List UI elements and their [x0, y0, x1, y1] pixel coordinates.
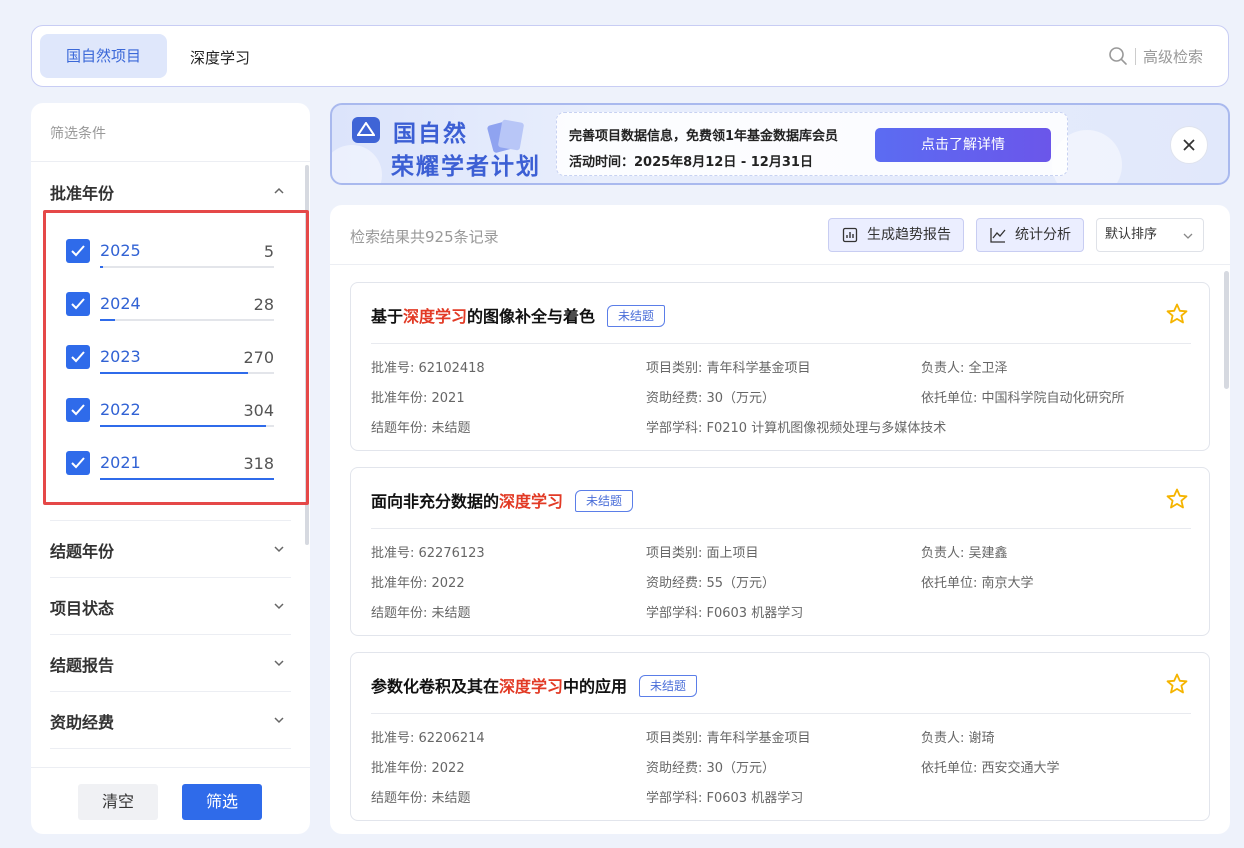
funding-amount: 资助经费: 55（万元）	[646, 576, 776, 591]
results-scrollbar[interactable]	[1224, 271, 1229, 389]
approval-number: 批准号: 62276123	[371, 546, 485, 561]
divider	[330, 264, 1230, 265]
star-icon[interactable]	[1165, 302, 1189, 326]
search-icon[interactable]	[1108, 46, 1128, 66]
banner-offer-text: 完善项目数据信息，免费领1年基金数据库会员	[569, 129, 839, 144]
divider	[371, 528, 1191, 529]
search-divider	[1135, 48, 1136, 65]
project-category: 项目类别: 青年科学基金项目	[646, 361, 811, 376]
nsfc-logo-icon	[352, 117, 380, 143]
clear-button[interactable]: 清空	[78, 784, 158, 820]
line-chart-icon	[990, 228, 1006, 243]
discipline: 学部学科: F0603 机器学习	[646, 791, 804, 806]
banner-close-button[interactable]	[1170, 126, 1208, 164]
divider	[371, 713, 1191, 714]
status-badge: 未结题	[639, 675, 698, 697]
project-leader: 负责人: 吴建鑫	[921, 546, 1008, 561]
filter-group-end-year[interactable]: 结题年份	[50, 538, 114, 562]
end-year: 结题年份: 未结题	[371, 421, 471, 436]
discipline: 学部学科: F0603 机器学习	[646, 606, 804, 621]
filter-group-final-report[interactable]: 结题报告	[50, 652, 114, 676]
approval-number: 批准号: 62102418	[371, 361, 485, 376]
project-leader: 负责人: 全卫泽	[921, 361, 1008, 376]
filter-group-project-status[interactable]: 项目状态	[50, 595, 114, 619]
results-count: 检索结果共925条记录	[350, 228, 499, 246]
host-institution: 依托单位: 南京大学	[921, 576, 1034, 591]
star-icon[interactable]	[1165, 487, 1189, 511]
divider	[50, 691, 291, 692]
divider	[50, 577, 291, 578]
trend-report-label: 生成趋势报告	[867, 227, 951, 243]
result-card[interactable]: 基于深度学习的图像补全与着色 未结题 批准号: 62102418 项目类别: 青年…	[350, 282, 1210, 451]
project-leader: 负责人: 谢琦	[921, 731, 995, 746]
chevron-down-icon[interactable]	[272, 713, 286, 727]
search-input[interactable]	[190, 44, 1050, 70]
chevron-down-icon[interactable]	[272, 542, 286, 556]
filter-group-approval-year[interactable]: 批准年份	[50, 180, 114, 204]
divider	[31, 161, 310, 162]
chevron-down-icon[interactable]	[272, 599, 286, 613]
approval-number: 批准号: 62206214	[371, 731, 485, 746]
filter-group-funding[interactable]: 资助经费	[50, 709, 114, 733]
funding-amount: 资助经费: 30（万元）	[646, 761, 776, 776]
sidebar-title: 筛选条件	[50, 126, 106, 142]
project-category: 项目类别: 面上项目	[646, 546, 759, 561]
status-badge: 未结题	[575, 490, 634, 512]
approval-year: 批准年份: 2022	[371, 761, 465, 776]
stats-analysis-button[interactable]: 统计分析	[976, 218, 1084, 252]
banner-info-card: 完善项目数据信息，免费领1年基金数据库会员 活动时间：2025年8月12日 - …	[556, 112, 1068, 176]
advanced-search-link[interactable]: 高级检索	[1143, 46, 1203, 67]
discipline: 学部学科: F0210 计算机图像视频处理与多媒体技术	[646, 421, 947, 436]
funding-amount: 资助经费: 30（万元）	[646, 391, 776, 406]
sort-dropdown[interactable]: 默认排序	[1096, 218, 1204, 252]
approval-year: 批准年份: 2022	[371, 576, 465, 591]
chevron-down-icon[interactable]	[272, 656, 286, 670]
keyword-highlight: 深度学习	[499, 677, 564, 696]
result-card[interactable]: 面向非充分数据的深度学习 未结题 批准号: 62276123 项目类别: 面上项目…	[350, 467, 1210, 636]
star-icon[interactable]	[1165, 672, 1189, 696]
banner-date-text: 活动时间：2025年8月12日 - 12月31日	[569, 155, 813, 170]
divider	[50, 748, 291, 749]
host-institution: 依托单位: 西安交通大学	[921, 761, 1060, 776]
project-category: 项目类别: 青年科学基金项目	[646, 731, 811, 746]
result-title[interactable]: 面向非充分数据的深度学习 未结题	[371, 488, 634, 512]
divider	[31, 767, 310, 768]
chevron-up-icon[interactable]	[272, 184, 286, 198]
keyword-highlight: 深度学习	[403, 307, 468, 326]
end-year: 结题年份: 未结题	[371, 606, 471, 621]
learn-more-button[interactable]: 点击了解详情	[875, 128, 1051, 162]
result-card[interactable]: 参数化卷积及其在深度学习中的应用 未结题 批准号: 62206214 项目类别: …	[350, 652, 1210, 821]
search-bar: 国自然项目 高级检索	[31, 25, 1229, 87]
banner-decoration	[332, 145, 382, 183]
banner-subtitle: 荣耀学者计划	[391, 154, 541, 180]
filter-button[interactable]: 筛选	[182, 784, 262, 820]
status-badge: 未结题	[607, 305, 666, 327]
selection-highlight-box	[43, 210, 309, 505]
keyword-highlight: 深度学习	[499, 492, 564, 511]
approval-year: 批准年份: 2021	[371, 391, 465, 406]
stats-analysis-label: 统计分析	[1015, 227, 1071, 243]
end-year: 结题年份: 未结题	[371, 791, 471, 806]
divider	[371, 343, 1191, 344]
report-icon	[842, 227, 858, 243]
result-title[interactable]: 参数化卷积及其在深度学习中的应用 未结题	[371, 673, 698, 697]
chevron-down-icon	[1183, 233, 1193, 239]
host-institution: 依托单位: 中国科学院自动化研究所	[921, 391, 1125, 406]
search-scope-tab[interactable]: 国自然项目	[40, 34, 167, 78]
result-title[interactable]: 基于深度学习的图像补全与着色 未结题	[371, 303, 666, 327]
trend-report-button[interactable]: 生成趋势报告	[828, 218, 964, 252]
promo-banner: 国自然 荣耀学者计划 完善项目数据信息，免费领1年基金数据库会员 活动时间：20…	[330, 103, 1230, 185]
divider	[50, 520, 291, 521]
results-panel: 检索结果共925条记录 生成趋势报告 统计分析 默认排序 基于深度学习的图像补全…	[330, 205, 1230, 834]
banner-title: 国自然	[393, 121, 468, 147]
close-icon	[1183, 139, 1195, 151]
sort-label: 默认排序	[1105, 227, 1158, 242]
divider	[50, 634, 291, 635]
